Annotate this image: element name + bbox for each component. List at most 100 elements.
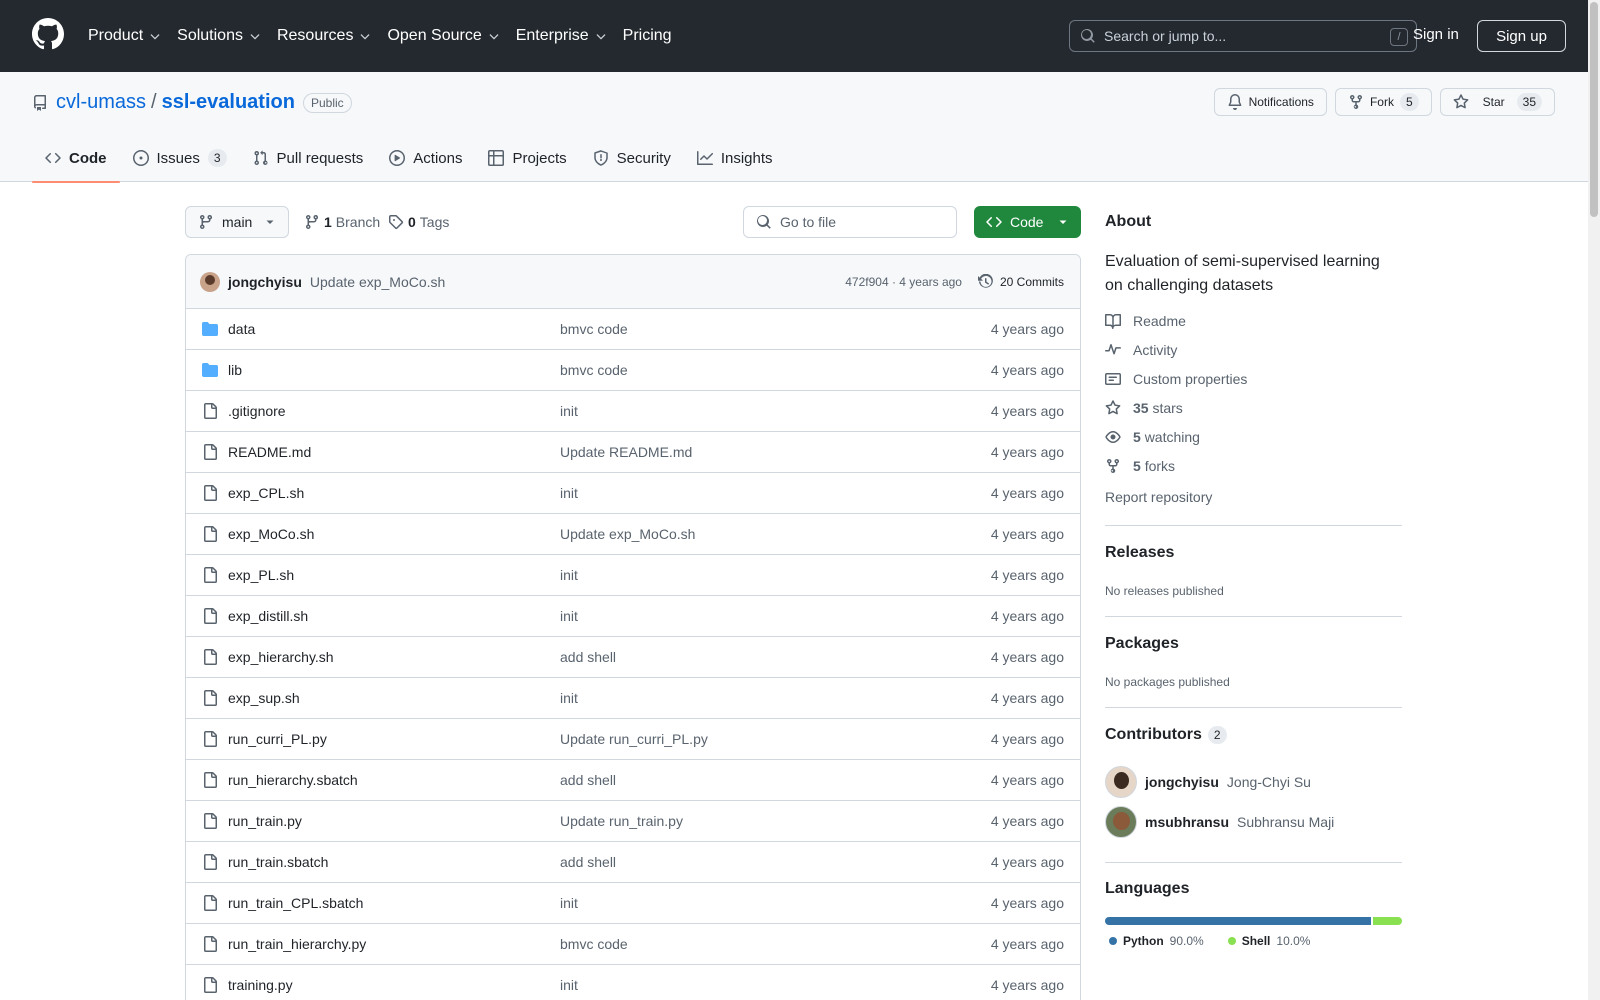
table-row[interactable]: exp_hierarchy.sh add shell 4 years ago <box>186 637 1080 678</box>
file-commit-message-link[interactable]: init <box>560 977 991 993</box>
tab-pull-requests[interactable]: Pull requests <box>240 134 377 182</box>
tags-link[interactable]: 0 Tags <box>388 206 449 238</box>
language-item[interactable]: Shell 10.0% <box>1227 934 1310 948</box>
file-commit-message-link[interactable]: init <box>560 690 991 706</box>
activity-link[interactable]: Activity <box>1105 335 1247 364</box>
scrollbar-thumb[interactable] <box>1590 2 1598 217</box>
readme-link[interactable]: Readme <box>1105 306 1247 335</box>
file-commit-message-link[interactable]: init <box>560 485 991 501</box>
file-commit-message-link[interactable]: bmvc code <box>560 362 991 378</box>
tab-code[interactable]: Code <box>32 134 120 183</box>
avatar[interactable] <box>1105 766 1137 798</box>
contributors-heading[interactable]: Contributors <box>1105 726 1202 744</box>
branch-select-button[interactable]: main <box>185 206 289 238</box>
file-commit-message-link[interactable]: Update README.md <box>560 444 991 460</box>
fork-button[interactable]: Fork 5 <box>1334 88 1432 116</box>
file-name-link[interactable]: exp_MoCo.sh <box>228 526 560 542</box>
stars-link[interactable]: 35 stars <box>1105 393 1247 422</box>
table-row[interactable]: training.py init 4 years ago <box>186 965 1080 1000</box>
nav-pricing[interactable]: Pricing <box>623 27 672 45</box>
file-name-link[interactable]: exp_hierarchy.sh <box>228 649 560 665</box>
file-name-link[interactable]: data <box>228 321 560 337</box>
language-segment[interactable] <box>1105 917 1371 925</box>
file-commit-message-link[interactable]: add shell <box>560 772 991 788</box>
table-row[interactable]: README.md Update README.md 4 years ago <box>186 432 1080 473</box>
table-row[interactable]: data bmvc code 4 years ago <box>186 309 1080 350</box>
file-name-link[interactable]: run_train.py <box>228 813 560 829</box>
file-name-link[interactable]: run_hierarchy.sbatch <box>228 772 560 788</box>
tab-issues[interactable]: Issues 3 <box>120 134 240 182</box>
file-commit-message-link[interactable]: Update run_curri_PL.py <box>560 731 991 747</box>
file-name-link[interactable]: exp_PL.sh <box>228 567 560 583</box>
packages-heading[interactable]: Packages <box>1105 635 1179 653</box>
table-row[interactable]: run_train.sbatch add shell 4 years ago <box>186 842 1080 883</box>
table-row[interactable]: run_train_hierarchy.py bmvc code 4 years a… <box>186 924 1080 965</box>
file-name-link[interactable]: lib <box>228 362 560 378</box>
page-scrollbar[interactable] <box>1588 0 1600 1000</box>
file-name-link[interactable]: run_train.sbatch <box>228 854 560 870</box>
table-row[interactable]: lib bmvc code 4 years ago <box>186 350 1080 391</box>
table-row[interactable]: run_train.py Update run_train.py 4 years a… <box>186 801 1080 842</box>
tab-insights[interactable]: Insights <box>684 134 786 182</box>
custom-properties-link[interactable]: Custom properties <box>1105 364 1247 393</box>
file-name-link[interactable]: README.md <box>228 444 560 460</box>
repo-owner-link[interactable]: cvl-umass <box>56 91 146 114</box>
table-row[interactable]: exp_distill.sh init 4 years ago <box>186 596 1080 637</box>
file-commit-message-link[interactable]: add shell <box>560 649 991 665</box>
nav-solutions[interactable]: Solutions <box>177 27 261 45</box>
github-logo-icon[interactable] <box>32 18 64 50</box>
repo-name-link[interactable]: ssl-evaluation <box>162 91 295 114</box>
file-commit-message-link[interactable]: bmvc code <box>560 936 991 952</box>
avatar[interactable] <box>200 271 220 292</box>
tab-projects[interactable]: Projects <box>475 134 579 182</box>
nav-enterprise[interactable]: Enterprise <box>516 27 607 45</box>
language-segment[interactable] <box>1372 917 1402 925</box>
branches-link[interactable]: 1 Branch <box>304 206 380 238</box>
contributor-item[interactable]: msubhransu Subhransu Maji <box>1105 802 1334 842</box>
sign-up-button[interactable]: Sign up <box>1477 20 1566 52</box>
file-commit-message-link[interactable]: Update exp_MoCo.sh <box>560 526 991 542</box>
file-commit-message-link[interactable]: init <box>560 608 991 624</box>
watchers-link[interactable]: 5 watching <box>1105 422 1247 451</box>
file-commit-message-link[interactable]: init <box>560 567 991 583</box>
notifications-button[interactable]: Notifications <box>1213 88 1327 116</box>
file-commit-message-link[interactable]: bmvc code <box>560 321 991 337</box>
code-dropdown-button[interactable]: Code <box>974 206 1081 238</box>
table-row[interactable]: exp_MoCo.sh Update exp_MoCo.sh 4 years ago <box>186 514 1080 555</box>
nav-open-source[interactable]: Open Source <box>387 27 499 45</box>
table-row[interactable]: run_curri_PL.py Update run_curri_PL.py 4 y… <box>186 719 1080 760</box>
table-row[interactable]: .gitignore init 4 years ago <box>186 391 1080 432</box>
go-to-file-input[interactable]: Go to file <box>743 206 957 238</box>
tab-security[interactable]: Security <box>580 134 684 182</box>
file-name-link[interactable]: training.py <box>228 977 560 993</box>
report-repository-link[interactable]: Report repository <box>1105 489 1212 505</box>
avatar[interactable] <box>1105 806 1137 838</box>
file-commit-message-link[interactable]: init <box>560 403 991 419</box>
contributor-item[interactable]: jongchyisu Jong-Chyi Su <box>1105 762 1334 802</box>
table-row[interactable]: run_hierarchy.sbatch add shell 4 years ago <box>186 760 1080 801</box>
file-name-link[interactable]: run_train_hierarchy.py <box>228 936 560 952</box>
language-item[interactable]: Python 90.0% <box>1109 934 1204 948</box>
file-commit-message-link[interactable]: add shell <box>560 854 991 870</box>
file-name-link[interactable]: run_train_CPL.sbatch <box>228 895 560 911</box>
forks-link[interactable]: 5 forks <box>1105 451 1247 480</box>
commit-author-link[interactable]: jongchyisu <box>228 274 302 290</box>
sign-in-link[interactable]: Sign in <box>1413 26 1459 43</box>
table-row[interactable]: exp_PL.sh init 4 years ago <box>186 555 1080 596</box>
commits-link[interactable]: 20 Commits <box>977 273 1064 290</box>
table-row[interactable]: exp_CPL.sh init 4 years ago <box>186 473 1080 514</box>
nav-resources[interactable]: Resources <box>277 27 371 45</box>
contributor-login[interactable]: jongchyisu <box>1145 774 1219 790</box>
file-name-link[interactable]: exp_sup.sh <box>228 690 560 706</box>
global-search-input[interactable]: Search or jump to... / <box>1069 20 1417 52</box>
file-name-link[interactable]: run_curri_PL.py <box>228 731 560 747</box>
file-name-link[interactable]: exp_distill.sh <box>228 608 560 624</box>
table-row[interactable]: exp_sup.sh init 4 years ago <box>186 678 1080 719</box>
file-commit-message-link[interactable]: Update run_train.py <box>560 813 991 829</box>
releases-heading[interactable]: Releases <box>1105 544 1174 562</box>
nav-product[interactable]: Product <box>88 27 161 45</box>
contributor-login[interactable]: msubhransu <box>1145 814 1229 830</box>
file-name-link[interactable]: exp_CPL.sh <box>228 485 560 501</box>
tab-actions[interactable]: Actions <box>376 134 475 182</box>
commit-message-link[interactable]: Update exp_MoCo.sh <box>310 274 445 290</box>
